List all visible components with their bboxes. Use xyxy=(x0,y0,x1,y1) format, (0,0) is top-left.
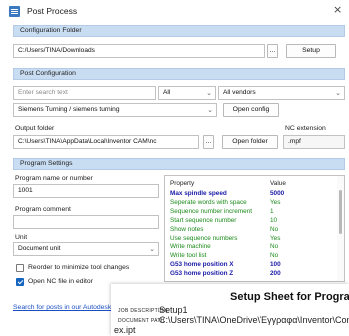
property-row[interactable]: G53 home position Z 200 xyxy=(165,270,335,278)
search-posts-link[interactable]: Search for posts in our Autodesk... xyxy=(13,304,117,311)
configuration-folder-header: Configuration Folder xyxy=(13,25,345,37)
configuration-folder-field[interactable]: C:/Users/TINA/Downloads xyxy=(13,44,265,58)
property-row[interactable]: Sequence number increment 1 xyxy=(165,208,335,216)
post-process-app-icon xyxy=(9,6,20,17)
nc-extension-field[interactable]: .mpf xyxy=(283,135,345,149)
job-description-value: Setup1 xyxy=(159,305,188,315)
post-filter-value: All xyxy=(163,89,171,96)
property-value[interactable]: No xyxy=(270,252,278,260)
unit-select[interactable]: Document unit ⌄ xyxy=(13,242,159,256)
property-value[interactable]: No xyxy=(270,243,278,251)
open-nc-label: Open NC file in editor xyxy=(28,278,93,285)
post-processor-value: Siemens Turning / siemens turning xyxy=(18,106,120,113)
reorder-checkbox[interactable] xyxy=(16,264,24,272)
property-column-header: Property xyxy=(170,180,195,187)
vendor-filter-value: All vendors xyxy=(223,89,256,96)
property-row[interactable]: Write tool list No xyxy=(165,252,335,260)
document-filename: ex.ipt xyxy=(114,325,136,335)
unit-value: Document unit xyxy=(18,245,61,252)
nc-extension-label: NC extension xyxy=(285,125,326,132)
program-settings-header: Program Settings xyxy=(13,158,345,170)
chevron-down-icon: ⌄ xyxy=(207,106,213,114)
property-table-scrollbar-thumb[interactable] xyxy=(339,190,342,234)
property-table-header: Property Value xyxy=(165,180,335,188)
output-folder-field[interactable]: C:\Users\TINA\AppData\Local\Inventor CAM… xyxy=(13,135,199,149)
property-name: Use sequence numbers xyxy=(170,234,238,242)
post-filter-select[interactable]: All ⌄ xyxy=(158,86,216,100)
property-name: G53 home position Z xyxy=(170,270,234,278)
property-name: Start sequence number xyxy=(170,216,237,224)
post-configuration-header: Post Configuration xyxy=(13,68,345,80)
vendor-filter-select[interactable]: All vendors ⌄ xyxy=(218,86,345,100)
property-value[interactable]: Yes xyxy=(270,199,280,207)
program-name-label: Program name or number xyxy=(15,175,93,182)
property-row[interactable]: Show notes No xyxy=(165,226,335,234)
document-path-key: Document Path xyxy=(118,318,165,324)
chevron-down-icon: ⌄ xyxy=(206,89,212,97)
property-name: Write machine xyxy=(170,243,211,251)
property-value[interactable]: No xyxy=(270,226,278,234)
program-name-input[interactable]: 1001 xyxy=(13,184,159,198)
property-row[interactable]: Start sequence number 10 xyxy=(165,217,335,225)
property-value[interactable]: 200 xyxy=(270,270,281,278)
chevron-down-icon: ⌄ xyxy=(149,245,155,253)
unit-label: Unit xyxy=(15,234,28,241)
title-bar: Post Process × xyxy=(0,0,349,22)
open-nc-checkbox[interactable] xyxy=(16,278,24,286)
property-name: Write tool list xyxy=(170,252,207,260)
property-value[interactable]: 10 xyxy=(270,217,277,225)
window-title: Post Process xyxy=(27,6,78,16)
property-value[interactable]: 1 xyxy=(270,208,274,216)
program-comment-label: Program comment xyxy=(15,206,71,213)
property-row[interactable]: G53 home position X 100 xyxy=(165,261,335,269)
property-name: Sequence number increment xyxy=(170,207,253,215)
chevron-down-icon: ⌄ xyxy=(335,89,341,97)
post-search-input[interactable]: Enter search text xyxy=(13,86,156,100)
property-name: Max spindle speed xyxy=(170,190,227,197)
property-row[interactable]: Max spindle speed 5000 xyxy=(165,190,335,198)
reorder-label: Reorder to minimize tool changes xyxy=(28,264,130,271)
open-folder-button[interactable]: Open folder xyxy=(222,135,278,149)
setup-sheet-preview: Setup Sheet for Program 1( Job Descripti… xyxy=(111,284,349,336)
post-processor-select[interactable]: Siemens Turning / siemens turning ⌄ xyxy=(13,103,217,117)
close-icon[interactable]: × xyxy=(333,3,342,16)
property-name: Show notes xyxy=(170,225,204,233)
property-value[interactable]: 5000 xyxy=(270,190,284,198)
property-value[interactable]: 100 xyxy=(270,261,281,269)
property-table[interactable]: Property Value Max spindle speed 5000 Sepe… xyxy=(164,175,345,282)
open-config-button[interactable]: Open config xyxy=(223,103,279,117)
property-row[interactable]: Seperate words with space Yes xyxy=(165,199,335,207)
program-comment-input[interactable] xyxy=(13,215,159,229)
configuration-folder-browse-button[interactable]: ... xyxy=(267,44,278,58)
value-column-header: Value xyxy=(270,180,286,187)
property-value[interactable]: Yes xyxy=(270,235,280,243)
document-path-value: C:\Users\TINA\OneDrive\Έγγραφα\Inventor\… xyxy=(159,315,349,325)
output-folder-browse-button[interactable]: ... xyxy=(203,135,214,149)
setup-sheet-title: Setup Sheet for Program 1( xyxy=(230,291,349,303)
setup-button[interactable]: Setup xyxy=(286,44,336,58)
property-name: G53 home position X xyxy=(170,261,234,269)
property-name: Seperate words with space xyxy=(170,198,247,206)
property-row[interactable]: Write machine No xyxy=(165,243,335,251)
property-row[interactable]: Use sequence numbers Yes xyxy=(165,235,335,243)
output-folder-label: Output folder xyxy=(15,125,55,132)
